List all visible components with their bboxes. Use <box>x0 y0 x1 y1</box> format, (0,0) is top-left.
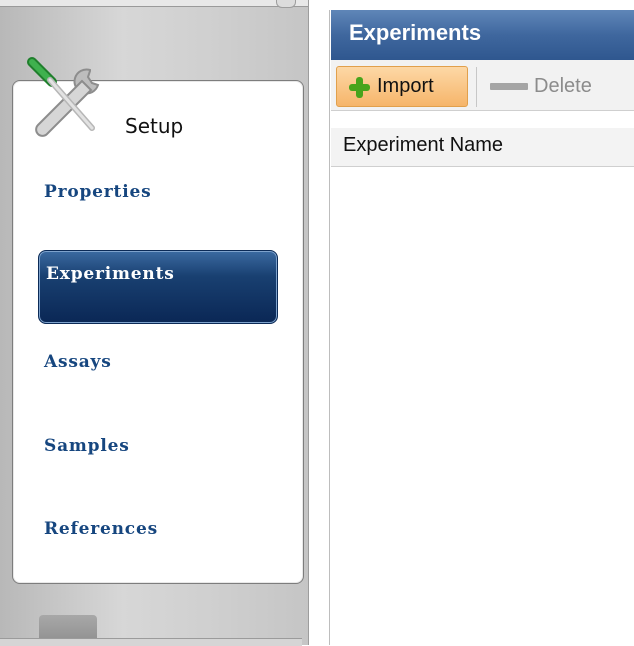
panel-left-border <box>329 10 330 645</box>
toolbar-separator <box>476 67 477 107</box>
delete-button-label: Delete <box>534 74 592 97</box>
setup-nav-panel <box>12 80 304 584</box>
sidebar-divider <box>308 0 317 645</box>
nav-item-assays[interactable]: Assays <box>44 352 112 372</box>
tools-icon <box>27 57 100 137</box>
experiments-table-body[interactable] <box>331 167 634 645</box>
column-header-experiment-name[interactable]: Experiment Name <box>343 134 503 157</box>
nav-item-properties[interactable]: Properties <box>44 182 151 202</box>
plus-icon <box>345 73 373 101</box>
nav-item-samples[interactable]: Samples <box>44 436 130 456</box>
setup-title: Setup <box>125 114 184 138</box>
import-button[interactable]: Import <box>336 66 468 107</box>
sidebar-corner-handle <box>276 0 296 8</box>
import-button-label: Import <box>377 75 434 97</box>
nav-item-experiments-selected-bg[interactable] <box>38 250 278 324</box>
sidebar-top-line <box>0 0 308 7</box>
minus-icon <box>490 82 528 90</box>
nav-item-references[interactable]: References <box>44 519 158 539</box>
delete-button[interactable]: Delete <box>490 70 592 102</box>
nav-item-experiments[interactable]: Experiments <box>46 264 175 284</box>
panel-title: Experiments <box>349 20 482 45</box>
